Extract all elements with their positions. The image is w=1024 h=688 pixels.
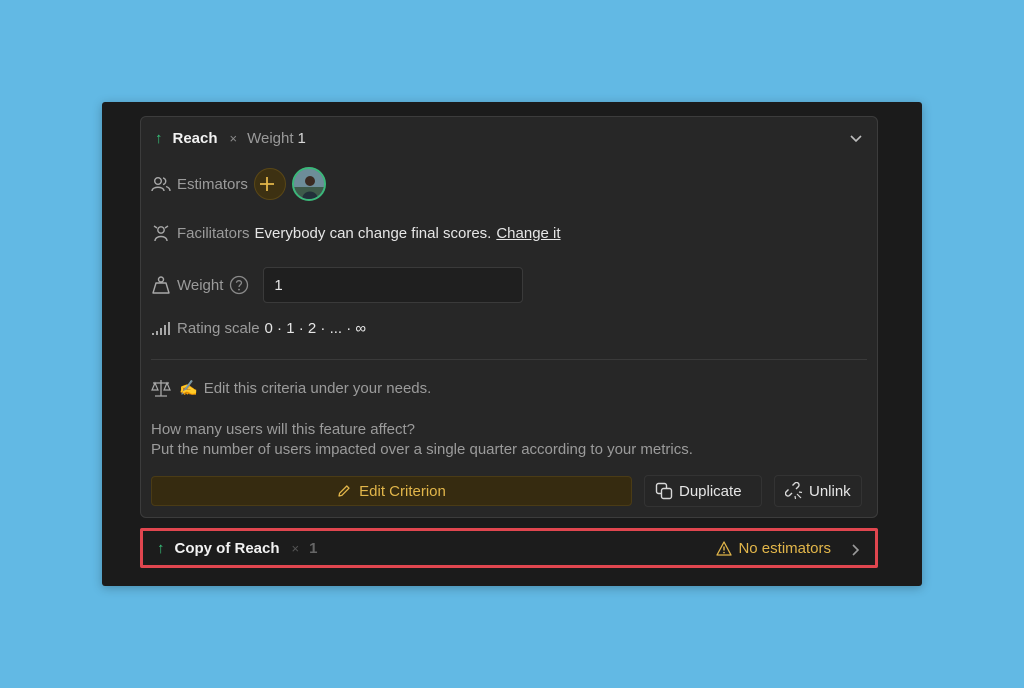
chevron-down-icon[interactable] [849,131,863,145]
users-icon [151,177,171,192]
writing-hand-icon: ✍️ [179,380,198,397]
weight-label: Weight [177,276,224,294]
weight-row: Weight [151,267,524,303]
copy-criterion-row[interactable]: ↑ Copy of Reach × 1 No estimators [140,528,878,568]
rating-bars-icon [152,322,170,335]
duplicate-icon [655,482,673,500]
estimators-label: Estimators [177,175,248,193]
estimator-avatar[interactable] [291,167,326,201]
edit-criterion-button[interactable]: Edit Criterion [151,476,632,506]
no-estimators-warning: No estimators [716,540,831,557]
unlink-button[interactable]: Unlink [774,475,862,507]
criterion-header[interactable]: ↑ Reach × Weight 1 [155,125,306,151]
times-symbol: × [229,130,238,146]
criteria-panel: ↑ Reach × Weight 1 Estimators Facilitato… [102,102,922,586]
weight-input[interactable] [263,267,524,303]
edit-criterion-label: Edit Criterion [359,482,446,500]
unlink-label: Unlink [809,482,851,500]
avatar-image [293,169,324,199]
broken-link-icon [785,482,803,500]
weight-icon [152,276,170,294]
facilitators-row: Facilitators Everybody can change final … [151,221,561,245]
description-line-1: How many users will this feature affect? [151,421,416,438]
plus-icon [259,177,274,191]
pencil-icon [338,485,350,497]
duplicate-label: Duplicate [679,482,742,500]
facilitator-icon [153,225,169,242]
rating-scale-row: Rating scale 0 · 1 · 2 · ... · ∞ [151,317,366,339]
rating-scale-value: 0 · 1 · 2 · ... · ∞ [264,319,367,337]
scale-balance-icon [151,380,171,397]
estimators-row: Estimators [151,167,326,201]
criterion-card: ↑ Reach × Weight 1 Estimators Facilitato… [140,116,878,518]
duplicate-button[interactable]: Duplicate [644,475,762,507]
warning-text: No estimators [738,540,831,557]
divider [151,359,867,360]
change-it-link[interactable]: Change it [496,225,560,242]
facilitators-label: Facilitators [177,224,250,242]
criterion-title: Reach [172,129,218,147]
arrow-up-icon: ↑ [155,129,163,147]
facilitators-text: Everybody can change final scores. [254,224,492,242]
warning-icon [716,541,733,556]
edit-note-text: Edit this criteria under your needs. [203,379,432,397]
header-weight-label: Weight [247,129,294,147]
arrow-up-icon: ↑ [157,539,165,557]
chevron-right-icon[interactable] [851,543,861,557]
copy-weight-value: 1 [309,539,318,557]
rating-scale-label: Rating scale [177,319,260,337]
add-estimator-button[interactable] [253,168,286,200]
description-line-2: Put the number of users impacted over a … [151,441,693,458]
actions-bar: Edit Criterion Duplicate Unlink [151,475,867,507]
help-icon[interactable] [229,275,249,295]
copy-times-symbol: × [291,540,300,556]
edit-note-row: ✍️ Edit this criteria under your needs. [151,377,431,399]
header-weight-value: 1 [297,129,306,147]
criterion-description: How many users will this feature affect?… [151,420,693,460]
copy-title: Copy of Reach [174,539,280,557]
